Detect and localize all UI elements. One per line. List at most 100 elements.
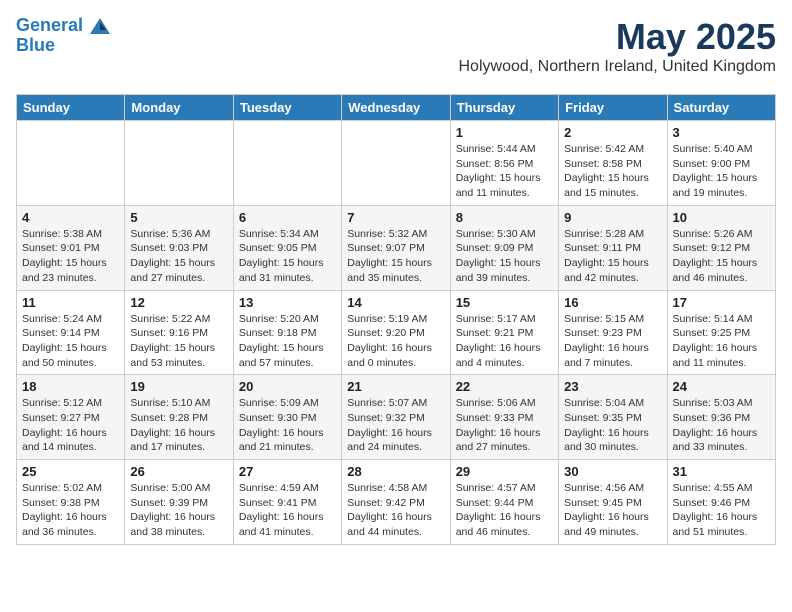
day-info: Sunrise: 5:02 AM Sunset: 9:38 PM Dayligh… xyxy=(22,481,119,540)
day-info: Sunrise: 4:58 AM Sunset: 9:42 PM Dayligh… xyxy=(347,481,444,540)
day-info: Sunrise: 5:32 AM Sunset: 9:07 PM Dayligh… xyxy=(347,227,444,286)
day-number: 28 xyxy=(347,464,444,479)
day-cell xyxy=(17,121,125,206)
day-cell: 30 Sunrise: 4:56 AM Sunset: 9:45 PM Dayli… xyxy=(559,460,667,545)
day-info: Sunrise: 5:12 AM Sunset: 9:27 PM Dayligh… xyxy=(22,396,119,455)
day-cell xyxy=(233,121,341,206)
weekday-header-monday: Monday xyxy=(125,95,233,121)
week-row-4: 18 Sunrise: 5:12 AM Sunset: 9:27 PM Dayli… xyxy=(17,375,776,460)
day-number: 12 xyxy=(130,295,227,310)
day-number: 30 xyxy=(564,464,661,479)
day-cell: 1Sunrise: 5:44 AM Sunset: 8:56 PM Daylig… xyxy=(450,121,558,206)
day-number: 8 xyxy=(456,210,553,225)
logo-icon xyxy=(90,16,110,36)
weekday-header-friday: Friday xyxy=(559,95,667,121)
day-cell: 8 Sunrise: 5:30 AM Sunset: 9:09 PM Daylig… xyxy=(450,205,558,290)
day-cell: 7 Sunrise: 5:32 AM Sunset: 9:07 PM Daylig… xyxy=(342,205,450,290)
day-cell: 11 Sunrise: 5:24 AM Sunset: 9:14 PM Dayli… xyxy=(17,290,125,375)
day-number: 4 xyxy=(22,210,119,225)
day-cell: 15Sunrise: 5:17 AM Sunset: 9:21 PM Dayli… xyxy=(450,290,558,375)
day-number: 24 xyxy=(673,379,770,394)
day-cell: 25 Sunrise: 5:02 AM Sunset: 9:38 PM Dayli… xyxy=(17,460,125,545)
day-cell: 10Sunrise: 5:26 AM Sunset: 9:12 PM Dayli… xyxy=(667,205,775,290)
day-info: Sunrise: 5:36 AM Sunset: 9:03 PM Dayligh… xyxy=(130,227,227,286)
logo-blue: Blue xyxy=(16,36,110,56)
day-info: Sunrise: 5:09 AM Sunset: 9:30 PM Dayligh… xyxy=(239,396,336,455)
week-row-2: 4 Sunrise: 5:38 AM Sunset: 9:01 PM Daylig… xyxy=(17,205,776,290)
day-number: 14 xyxy=(347,295,444,310)
day-cell: 14Sunrise: 5:19 AM Sunset: 9:20 PM Dayli… xyxy=(342,290,450,375)
logo-text: General xyxy=(16,16,110,36)
week-row-1: 1Sunrise: 5:44 AM Sunset: 8:56 PM Daylig… xyxy=(17,121,776,206)
day-info: Sunrise: 5:17 AM Sunset: 9:21 PM Dayligh… xyxy=(456,312,553,371)
day-number: 26 xyxy=(130,464,227,479)
day-cell: 17 Sunrise: 5:14 AM Sunset: 9:25 PM Dayli… xyxy=(667,290,775,375)
day-number: 29 xyxy=(456,464,553,479)
day-info: Sunrise: 5:38 AM Sunset: 9:01 PM Dayligh… xyxy=(22,227,119,286)
day-cell: 19 Sunrise: 5:10 AM Sunset: 9:28 PM Dayli… xyxy=(125,375,233,460)
day-cell: 3 Sunrise: 5:40 AM Sunset: 9:00 PM Daylig… xyxy=(667,121,775,206)
day-info: Sunrise: 5:28 AM Sunset: 9:11 PM Dayligh… xyxy=(564,227,661,286)
day-cell: 18 Sunrise: 5:12 AM Sunset: 9:27 PM Dayli… xyxy=(17,375,125,460)
day-cell: 27 Sunrise: 4:59 AM Sunset: 9:41 PM Dayli… xyxy=(233,460,341,545)
day-cell: 12 Sunrise: 5:22 AM Sunset: 9:16 PM Dayli… xyxy=(125,290,233,375)
title-area: May 2025 Holywood, Northern Ireland, Uni… xyxy=(459,16,777,84)
day-info: Sunrise: 5:03 AM Sunset: 9:36 PM Dayligh… xyxy=(673,396,770,455)
day-number: 1 xyxy=(456,125,553,140)
day-info: Sunrise: 5:30 AM Sunset: 9:09 PM Dayligh… xyxy=(456,227,553,286)
day-cell: 20 Sunrise: 5:09 AM Sunset: 9:30 PM Dayli… xyxy=(233,375,341,460)
day-info: Sunrise: 5:07 AM Sunset: 9:32 PM Dayligh… xyxy=(347,396,444,455)
day-info: Sunrise: 5:06 AM Sunset: 9:33 PM Dayligh… xyxy=(456,396,553,455)
day-cell: 23 Sunrise: 5:04 AM Sunset: 9:35 PM Dayli… xyxy=(559,375,667,460)
day-number: 23 xyxy=(564,379,661,394)
day-number: 3 xyxy=(673,125,770,140)
day-info: Sunrise: 4:59 AM Sunset: 9:41 PM Dayligh… xyxy=(239,481,336,540)
week-row-5: 25 Sunrise: 5:02 AM Sunset: 9:38 PM Dayli… xyxy=(17,460,776,545)
weekday-header-thursday: Thursday xyxy=(450,95,558,121)
day-cell: 2Sunrise: 5:42 AM Sunset: 8:58 PM Daylig… xyxy=(559,121,667,206)
day-info: Sunrise: 5:26 AM Sunset: 9:12 PM Dayligh… xyxy=(673,227,770,286)
day-cell: 9 Sunrise: 5:28 AM Sunset: 9:11 PM Daylig… xyxy=(559,205,667,290)
day-cell: 28 Sunrise: 4:58 AM Sunset: 9:42 PM Dayli… xyxy=(342,460,450,545)
day-info: Sunrise: 5:14 AM Sunset: 9:25 PM Dayligh… xyxy=(673,312,770,371)
day-number: 16 xyxy=(564,295,661,310)
day-number: 7 xyxy=(347,210,444,225)
day-info: Sunrise: 5:20 AM Sunset: 9:18 PM Dayligh… xyxy=(239,312,336,371)
logo: General Blue xyxy=(16,16,110,56)
day-info: Sunrise: 5:15 AM Sunset: 9:23 PM Dayligh… xyxy=(564,312,661,371)
day-info: Sunrise: 5:00 AM Sunset: 9:39 PM Dayligh… xyxy=(130,481,227,540)
day-cell: 26 Sunrise: 5:00 AM Sunset: 9:39 PM Dayli… xyxy=(125,460,233,545)
day-number: 9 xyxy=(564,210,661,225)
day-cell: 16 Sunrise: 5:15 AM Sunset: 9:23 PM Dayli… xyxy=(559,290,667,375)
day-number: 31 xyxy=(673,464,770,479)
day-cell: 5Sunrise: 5:36 AM Sunset: 9:03 PM Daylig… xyxy=(125,205,233,290)
weekday-header-saturday: Saturday xyxy=(667,95,775,121)
day-info: Sunrise: 4:56 AM Sunset: 9:45 PM Dayligh… xyxy=(564,481,661,540)
day-number: 20 xyxy=(239,379,336,394)
day-cell: 24 Sunrise: 5:03 AM Sunset: 9:36 PM Dayli… xyxy=(667,375,775,460)
day-info: Sunrise: 5:24 AM Sunset: 9:14 PM Dayligh… xyxy=(22,312,119,371)
day-info: Sunrise: 5:40 AM Sunset: 9:00 PM Dayligh… xyxy=(673,142,770,201)
calendar: SundayMondayTuesdayWednesdayThursdayFrid… xyxy=(16,94,776,545)
day-number: 25 xyxy=(22,464,119,479)
weekday-header-wednesday: Wednesday xyxy=(342,95,450,121)
day-number: 6 xyxy=(239,210,336,225)
day-info: Sunrise: 5:04 AM Sunset: 9:35 PM Dayligh… xyxy=(564,396,661,455)
day-cell: 4 Sunrise: 5:38 AM Sunset: 9:01 PM Daylig… xyxy=(17,205,125,290)
day-info: Sunrise: 5:22 AM Sunset: 9:16 PM Dayligh… xyxy=(130,312,227,371)
weekday-header-row: SundayMondayTuesdayWednesdayThursdayFrid… xyxy=(17,95,776,121)
day-number: 18 xyxy=(22,379,119,394)
day-number: 22 xyxy=(456,379,553,394)
day-number: 21 xyxy=(347,379,444,394)
day-number: 19 xyxy=(130,379,227,394)
day-number: 27 xyxy=(239,464,336,479)
day-info: Sunrise: 4:55 AM Sunset: 9:46 PM Dayligh… xyxy=(673,481,770,540)
day-number: 2 xyxy=(564,125,661,140)
day-number: 11 xyxy=(22,295,119,310)
day-info: Sunrise: 5:10 AM Sunset: 9:28 PM Dayligh… xyxy=(130,396,227,455)
weekday-header-sunday: Sunday xyxy=(17,95,125,121)
day-info: Sunrise: 5:34 AM Sunset: 9:05 PM Dayligh… xyxy=(239,227,336,286)
day-number: 17 xyxy=(673,295,770,310)
day-number: 13 xyxy=(239,295,336,310)
subtitle: Holywood, Northern Ireland, United Kingd… xyxy=(459,58,777,76)
